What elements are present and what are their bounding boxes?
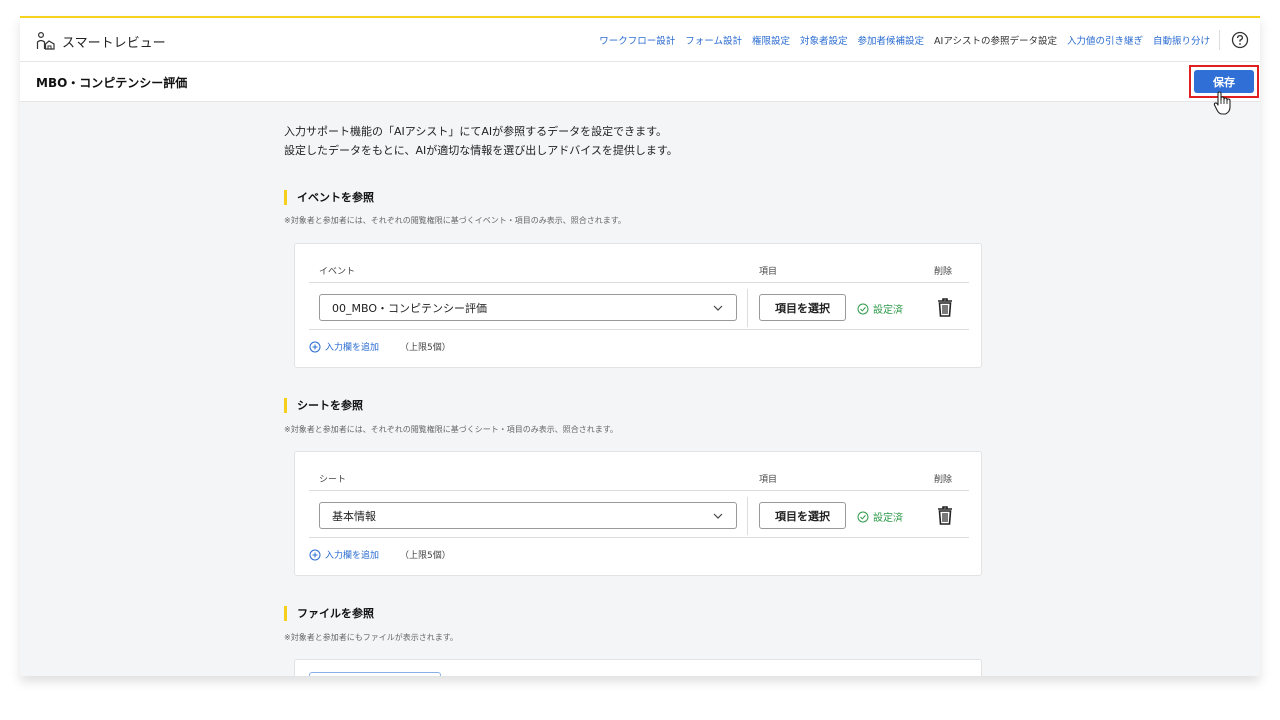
event-add-input-label: 入力欄を追加 [325, 343, 380, 353]
sheet-select-value: 基本情報 [332, 509, 376, 523]
sheet-section-note: ※対象者と参加者には、それぞれの閲覧権限に基づくシート・項目のみ表示、照合されま… [284, 425, 618, 434]
event-status-text: 設定済 [873, 305, 903, 316]
event-section-title: イベントを参照 [284, 189, 374, 205]
row-divider [309, 329, 969, 330]
sheet-select-items-button[interactable]: 項目を選択 [759, 502, 846, 529]
column-divider [747, 289, 748, 327]
nav-participant-candidates[interactable]: 参加者候補設定 [858, 33, 925, 47]
nav-input-carryover[interactable]: 入力値の引き継ぎ [1067, 33, 1143, 47]
event-add-input-link[interactable]: 入力欄を追加 [309, 340, 379, 353]
app-logo[interactable]: スマートレビュー [36, 31, 166, 51]
file-reference-card [294, 659, 982, 676]
event-select[interactable]: 00_MBO・コンピテンシー評価 [319, 294, 737, 321]
col-header-delete: 削除 [934, 267, 953, 277]
col-header-event: イベント [319, 267, 356, 277]
nav-workflow-design[interactable]: ワークフロー設計 [599, 33, 675, 47]
nav-ai-assist-reference-data[interactable]: AIアシストの参照データ設定 [934, 33, 1057, 47]
intro-line-2: 設定したデータをもとに、AIが適切な情報を選び出しアドバイスを提供します。 [284, 144, 678, 157]
nav-permission-settings[interactable]: 権限設定 [752, 33, 790, 47]
plus-circle-icon [309, 549, 321, 560]
sheet-add-input-label: 入力欄を追加 [325, 551, 380, 561]
intro-line-1: 入力サポート機能の「AIアシスト」にてAIが参照するデータを設定できます。 [284, 125, 667, 138]
plus-circle-icon [309, 341, 321, 352]
nav-divider [1219, 30, 1220, 50]
sheet-select[interactable]: 基本情報 [319, 502, 737, 529]
page-title: MBO・コンピテンシー評価 [36, 76, 188, 90]
column-divider [747, 497, 748, 535]
sheet-status-text: 設定済 [873, 513, 903, 524]
event-status: 設定済 [857, 301, 903, 316]
trash-icon[interactable] [935, 296, 955, 318]
page-header: MBO・コンピテンシー評価 保存 [20, 62, 1260, 102]
check-circle-icon [857, 303, 869, 314]
event-limit-text: （上限5個） [400, 343, 451, 353]
sheet-section-title-text: シートを参照 [297, 399, 363, 412]
chevron-down-icon [713, 305, 723, 311]
section-accent-bar [284, 605, 287, 621]
event-select-items-button[interactable]: 項目を選択 [759, 294, 846, 321]
nav-target-settings[interactable]: 対象者設定 [800, 33, 848, 47]
settings-nav: ワークフロー設計 フォーム設計 権限設定 対象者設定 参加者候補設定 AIアシス… [599, 33, 1210, 47]
smart-review-logo-icon [36, 31, 55, 50]
app-name: スマートレビュー [62, 35, 166, 51]
sheet-status: 設定済 [857, 509, 903, 524]
sheet-section-title: シートを参照 [284, 397, 363, 413]
nav-auto-assignment[interactable]: 自動振り分け [1153, 33, 1210, 47]
sheet-limit-text: （上限5個） [400, 551, 451, 561]
col-header-delete: 削除 [934, 475, 953, 485]
sheet-reference-card: シート 項目 削除 基本情報 項目を選択 設定済 入力欄を追加 （上限5個） [294, 451, 982, 576]
file-section-title-text: ファイルを参照 [297, 607, 374, 620]
header-divider [309, 282, 969, 283]
event-section-title-text: イベントを参照 [297, 191, 374, 204]
event-section-note: ※対象者と参加者には、それぞれの閲覧権限に基づくイベント・項目のみ表示、照合され… [284, 216, 626, 225]
hand-pointer-cursor-icon [1213, 91, 1231, 115]
sheet-add-input-link[interactable]: 入力欄を追加 [309, 548, 379, 561]
col-header-item: 項目 [759, 475, 778, 485]
intro-text: 入力サポート機能の「AIアシスト」にてAIが参照するデータを設定できます。 設定… [284, 122, 678, 160]
event-select-value: 00_MBO・コンピテンシー評価 [332, 301, 487, 315]
file-upload-button[interactable] [309, 672, 441, 676]
file-section-title: ファイルを参照 [284, 605, 374, 621]
file-section-note: ※対象者と参加者にもファイルが表示されます。 [284, 633, 458, 642]
col-header-item: 項目 [759, 267, 778, 277]
top-navigation-bar: スマートレビュー ワークフロー設計 フォーム設計 権限設定 対象者設定 参加者候… [20, 18, 1260, 62]
help-icon[interactable] [1230, 30, 1250, 50]
nav-form-design[interactable]: フォーム設計 [685, 33, 742, 47]
section-accent-bar [284, 189, 287, 205]
app-window: スマートレビュー ワークフロー設計 フォーム設計 権限設定 対象者設定 参加者候… [20, 16, 1260, 676]
chevron-down-icon [713, 513, 723, 519]
check-circle-icon [857, 511, 869, 522]
trash-icon[interactable] [935, 504, 955, 526]
row-divider [309, 537, 969, 538]
col-header-sheet: シート [319, 475, 347, 485]
header-divider [309, 490, 969, 491]
event-reference-card: イベント 項目 削除 00_MBO・コンピテンシー評価 項目を選択 設定済 入力… [294, 243, 982, 368]
section-accent-bar [284, 397, 287, 413]
